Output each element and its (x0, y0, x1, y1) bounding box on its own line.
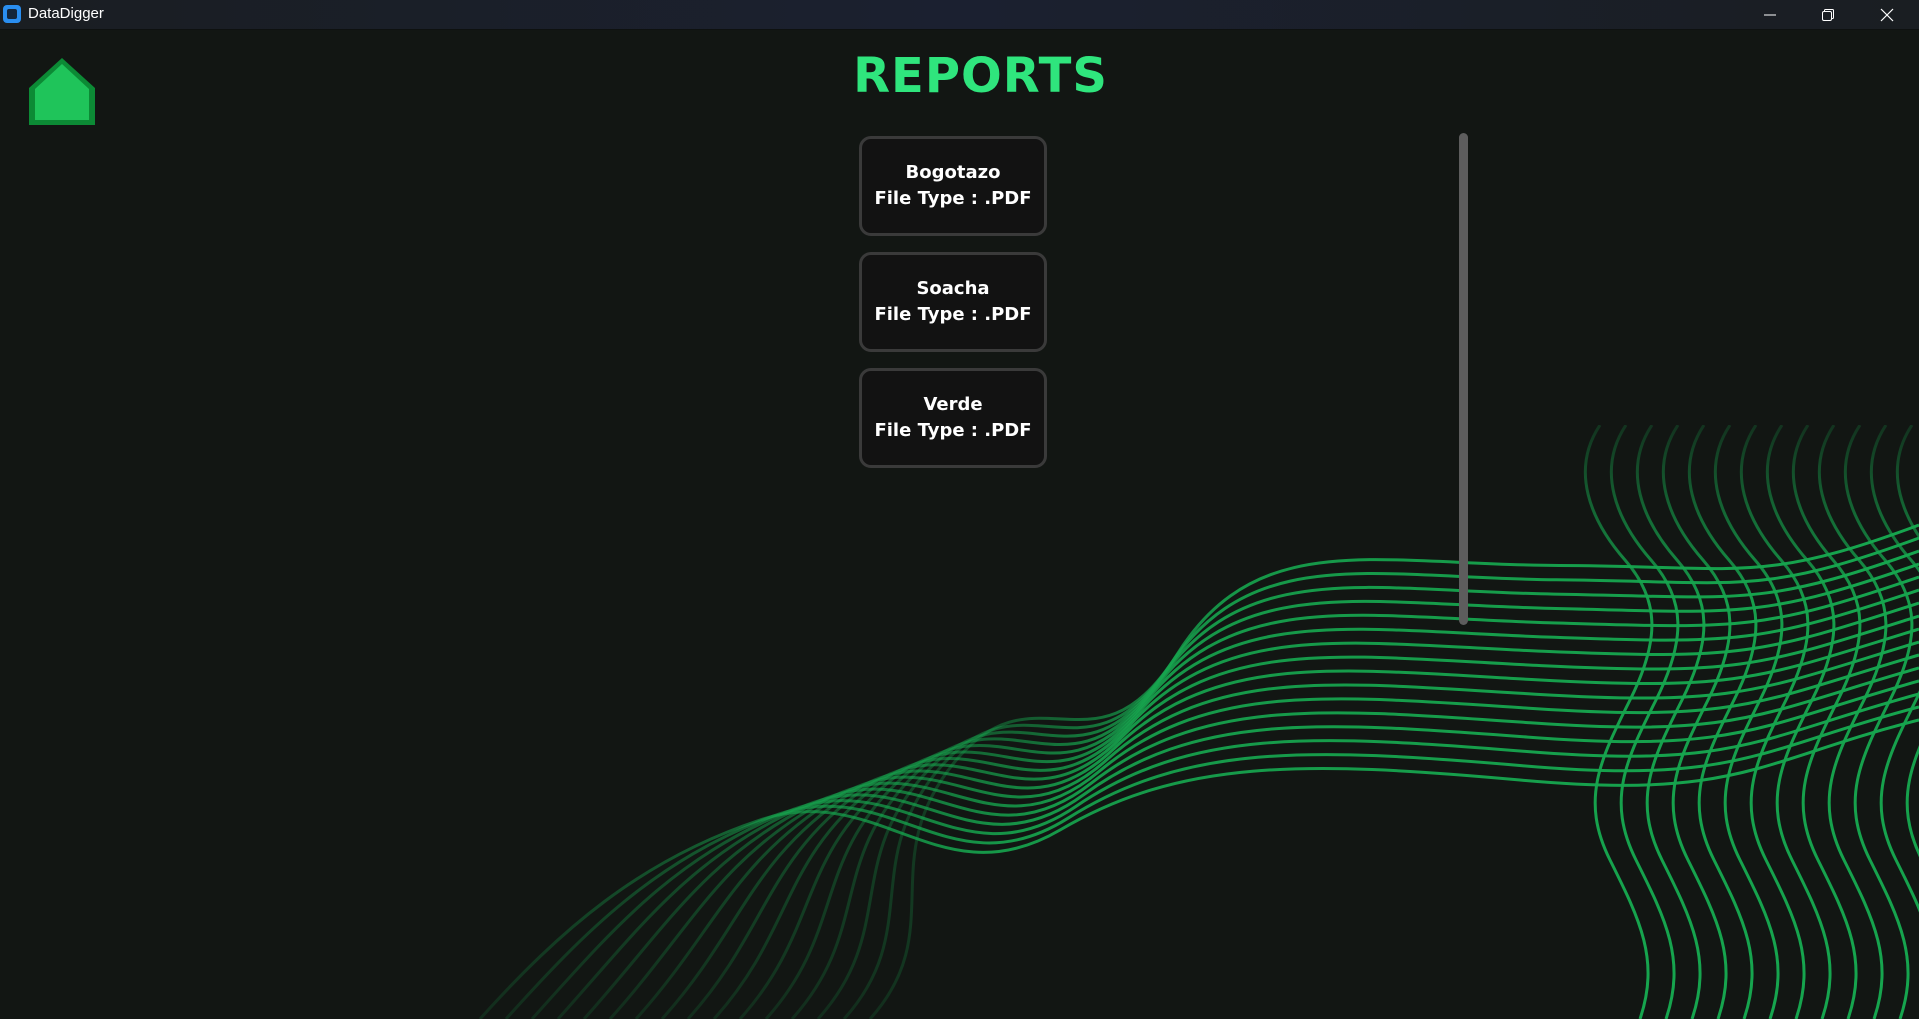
app-window: DataDigger REPORTS Bogotazo File Type: … (0, 0, 1919, 1019)
wave-line (1739, 425, 1810, 1019)
report-card-verde[interactable]: Verde File Type : .PDF (859, 368, 1047, 468)
report-card-soacha[interactable]: Soacha File Type : .PDF (859, 252, 1047, 352)
wave-line (686, 614, 1919, 1019)
minimize-button[interactable] (1741, 0, 1799, 29)
report-name: Soacha (916, 278, 990, 299)
wave-line (1609, 425, 1680, 1019)
wave-line (556, 679, 1919, 1019)
wave-line (608, 653, 1919, 1019)
close-icon (1880, 8, 1894, 21)
app-logo-icon (3, 5, 21, 23)
wave-line (582, 666, 1919, 1019)
report-name: Bogotazo (905, 162, 1001, 183)
wave-line (504, 705, 1919, 1019)
wave-line (1635, 425, 1706, 1019)
minimize-icon (1764, 14, 1776, 15)
window-title: DataDigger (28, 5, 104, 22)
wave-line (1583, 425, 1654, 1019)
restore-icon (1822, 8, 1834, 21)
report-card-bogotazo[interactable]: Bogotazo File Type : .PDF (859, 136, 1047, 236)
wave-line (1791, 425, 1862, 1019)
page-title: REPORTS (853, 48, 1108, 104)
restore-button[interactable] (1799, 0, 1857, 29)
report-file-type: File Type : .PDF (874, 188, 1032, 209)
report-file-type: File Type : .PDF (874, 420, 1032, 441)
wave-line (842, 536, 1919, 1019)
report-file-type: File Type : .PDF (874, 304, 1032, 325)
close-button[interactable] (1858, 0, 1916, 29)
report-list-scrollbar[interactable] (1459, 133, 1468, 625)
report-list: Bogotazo File Type : .PDF Soacha File Ty… (859, 136, 1047, 484)
title-bar: DataDigger (0, 0, 1919, 30)
wave-line (1687, 425, 1758, 1019)
report-name: Verde (923, 394, 983, 415)
wave-line (1843, 425, 1914, 1019)
